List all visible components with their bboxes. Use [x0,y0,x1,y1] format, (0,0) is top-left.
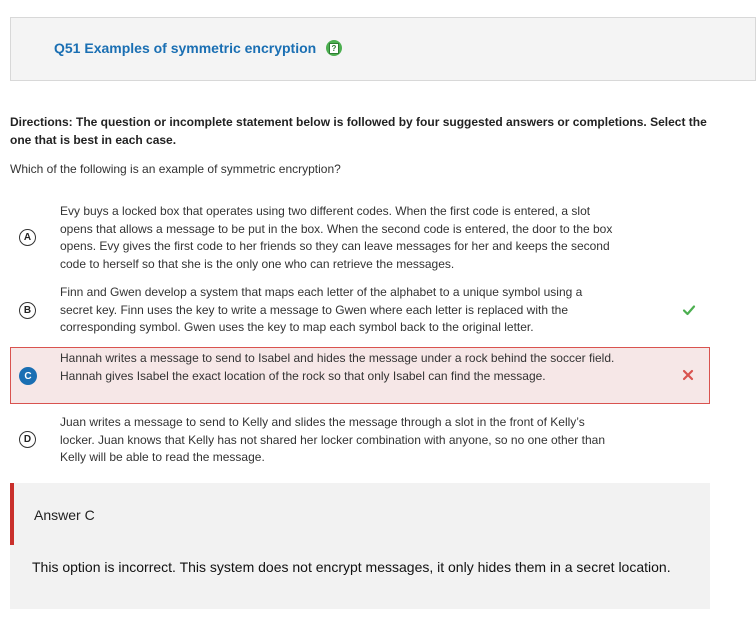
answer-option-c[interactable]: C Hannah writes a message to send to Isa… [10,347,710,404]
answer-explanation: This option is incorrect. This system do… [32,559,671,575]
checkmark-icon [682,305,696,316]
question-header: Q51 Examples of symmetric encryption ? [10,17,756,81]
question-prompt: Which of the following is an example of … [10,162,341,176]
option-letter-c[interactable]: C [19,367,37,385]
answer-option-a[interactable]: A Evy buys a locked box that operates us… [10,203,710,275]
answer-option-b[interactable]: B Finn and Gwen develop a system that ma… [10,284,710,339]
close-icon [682,369,694,381]
feedback-accent-bar [10,483,14,545]
option-letter-b[interactable]: B [19,302,36,319]
answer-option-d[interactable]: D Juan writes a message to send to Kelly… [10,414,710,469]
answer-label: Answer C [34,507,95,523]
help-icon[interactable]: ? [326,40,342,56]
question-title: Q51 Examples of symmetric encryption [54,40,317,56]
option-text-a: Evy buys a locked box that operates usin… [60,204,613,271]
option-text-c: Hannah writes a message to send to Isabe… [60,351,615,383]
answer-feedback-panel: Answer C This option is incorrect. This … [10,483,710,609]
option-text-b: Finn and Gwen develop a system that maps… [60,285,583,335]
directions-text: Directions: The question or incomplete s… [10,115,707,147]
option-text-d: Juan writes a message to send to Kelly a… [60,415,605,465]
option-letter-a[interactable]: A [19,229,36,246]
option-letter-d[interactable]: D [19,431,36,448]
